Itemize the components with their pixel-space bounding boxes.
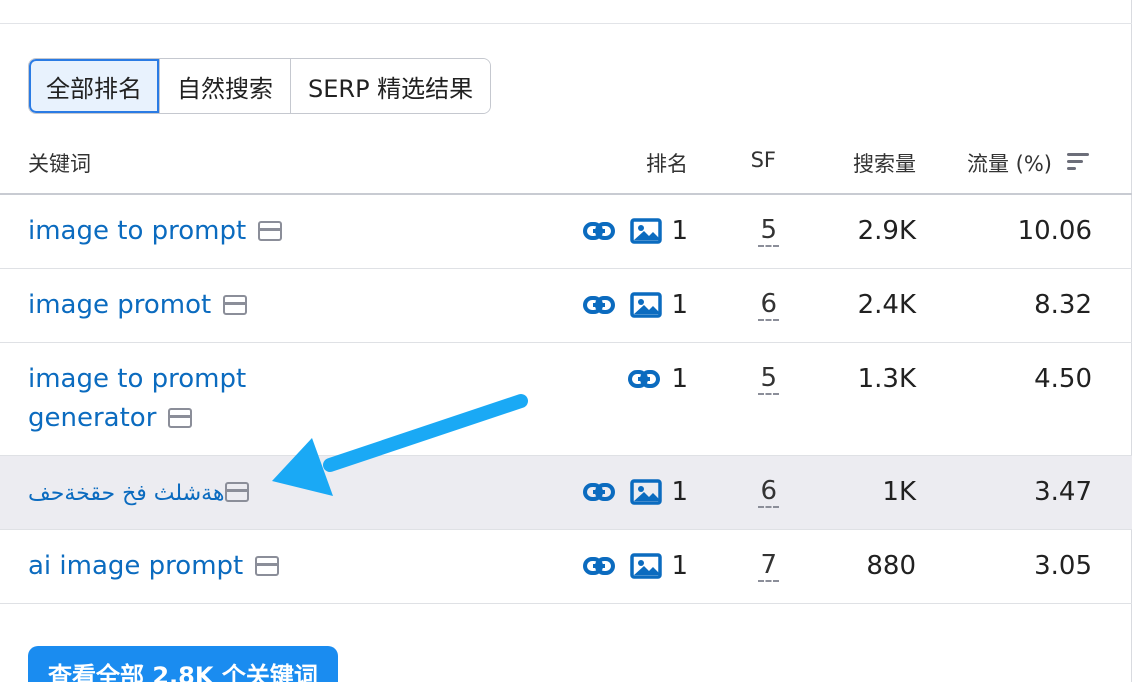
sf-count[interactable]: 6 bbox=[758, 290, 779, 321]
header-volume[interactable]: 搜索量 bbox=[853, 148, 916, 178]
sf-count[interactable]: 5 bbox=[758, 216, 779, 247]
keyword-text[interactable]: image to prompt bbox=[28, 216, 246, 246]
image-icon[interactable] bbox=[630, 292, 662, 318]
sort-descending-icon[interactable] bbox=[1067, 153, 1089, 173]
serp-snapshot-icon[interactable] bbox=[258, 221, 283, 241]
table-row: image promot 1 6 2.4K 8.32 bbox=[0, 269, 1132, 343]
view-all-keywords-button[interactable]: 查看全部 2.8K 个关键词 bbox=[28, 646, 338, 682]
tab-serp-features[interactable]: SERP 精选结果 bbox=[290, 59, 491, 113]
rank-value: 1 bbox=[671, 477, 688, 507]
table-row: ai image prompt 1 7 880 3.05 bbox=[0, 530, 1132, 604]
search-volume: 1K bbox=[882, 477, 916, 507]
keyword-text-line2[interactable]: generator bbox=[28, 403, 156, 433]
serp-snapshot-icon[interactable] bbox=[223, 295, 248, 315]
keyword-ranking-card: 全部排名 自然搜索 SERP 精选结果 关键词 排名 SF 搜索量 流量 (%)… bbox=[0, 0, 1132, 682]
header-traffic[interactable]: 流量 (%) bbox=[967, 148, 1052, 178]
traffic-percent: 4.50 bbox=[1034, 364, 1092, 394]
keyword-link[interactable]: image to prompt generator bbox=[28, 360, 246, 438]
previous-section-edge bbox=[0, 0, 1132, 24]
header-keyword[interactable]: 关键词 bbox=[28, 148, 91, 178]
keyword-link[interactable]: image promot bbox=[28, 286, 248, 325]
traffic-percent: 10.06 bbox=[1017, 216, 1092, 246]
rank-value: 1 bbox=[671, 364, 688, 394]
link-icon[interactable] bbox=[583, 292, 615, 318]
link-icon[interactable] bbox=[628, 366, 660, 392]
tab-all-rankings[interactable]: 全部排名 bbox=[29, 59, 159, 113]
rank-value: 1 bbox=[671, 290, 688, 320]
table-row-highlighted: هةشلث فخ حقخةحف 1 6 1K 3.47 bbox=[0, 456, 1132, 530]
ranking-type-tabs: 全部排名 自然搜索 SERP 精选结果 bbox=[28, 58, 492, 114]
search-volume: 1.3K bbox=[857, 364, 916, 394]
tab-organic-search[interactable]: 自然搜索 bbox=[159, 59, 290, 113]
keyword-text[interactable]: image to prompt bbox=[28, 360, 246, 399]
serp-features bbox=[583, 218, 662, 244]
table-row: image to prompt 1 5 2.9K 10.06 bbox=[0, 195, 1132, 269]
serp-snapshot-icon[interactable] bbox=[168, 408, 193, 428]
keyword-link[interactable]: image to prompt bbox=[28, 212, 283, 251]
keyword-link[interactable]: هةشلث فخ حقخةحف bbox=[28, 473, 261, 513]
keyword-link[interactable]: ai image prompt bbox=[28, 547, 280, 586]
serp-snapshot-icon[interactable] bbox=[224, 482, 249, 502]
image-icon[interactable] bbox=[630, 218, 662, 244]
serp-features bbox=[583, 292, 662, 318]
serp-features bbox=[628, 366, 660, 392]
search-volume: 880 bbox=[866, 551, 916, 581]
serp-features bbox=[583, 553, 662, 579]
rank-value: 1 bbox=[671, 551, 688, 581]
header-rank[interactable]: 排名 bbox=[646, 148, 688, 178]
sf-count[interactable]: 5 bbox=[758, 364, 779, 395]
serp-features bbox=[583, 479, 662, 505]
keyword-text[interactable]: image promot bbox=[28, 290, 211, 320]
header-sf[interactable]: SF bbox=[751, 148, 776, 172]
link-icon[interactable] bbox=[583, 218, 615, 244]
image-icon[interactable] bbox=[630, 479, 662, 505]
sf-count[interactable]: 7 bbox=[758, 551, 779, 582]
keyword-text[interactable]: هةشلث فخ حقخةحف bbox=[28, 481, 225, 506]
table-row: image to prompt generator 1 5 1.3K 4.50 bbox=[0, 343, 1132, 456]
search-volume: 2.4K bbox=[857, 290, 916, 320]
traffic-percent: 3.05 bbox=[1034, 551, 1092, 581]
traffic-percent: 3.47 bbox=[1034, 477, 1092, 507]
traffic-percent: 8.32 bbox=[1034, 290, 1092, 320]
search-volume: 2.9K bbox=[857, 216, 916, 246]
image-icon[interactable] bbox=[630, 553, 662, 579]
sf-count[interactable]: 6 bbox=[758, 477, 779, 508]
keyword-text[interactable]: ai image prompt bbox=[28, 551, 243, 581]
rank-value: 1 bbox=[671, 216, 688, 246]
link-icon[interactable] bbox=[583, 479, 615, 505]
serp-snapshot-icon[interactable] bbox=[255, 556, 280, 576]
table-header: 关键词 排名 SF 搜索量 流量 (%) bbox=[0, 130, 1132, 195]
link-icon[interactable] bbox=[583, 553, 615, 579]
